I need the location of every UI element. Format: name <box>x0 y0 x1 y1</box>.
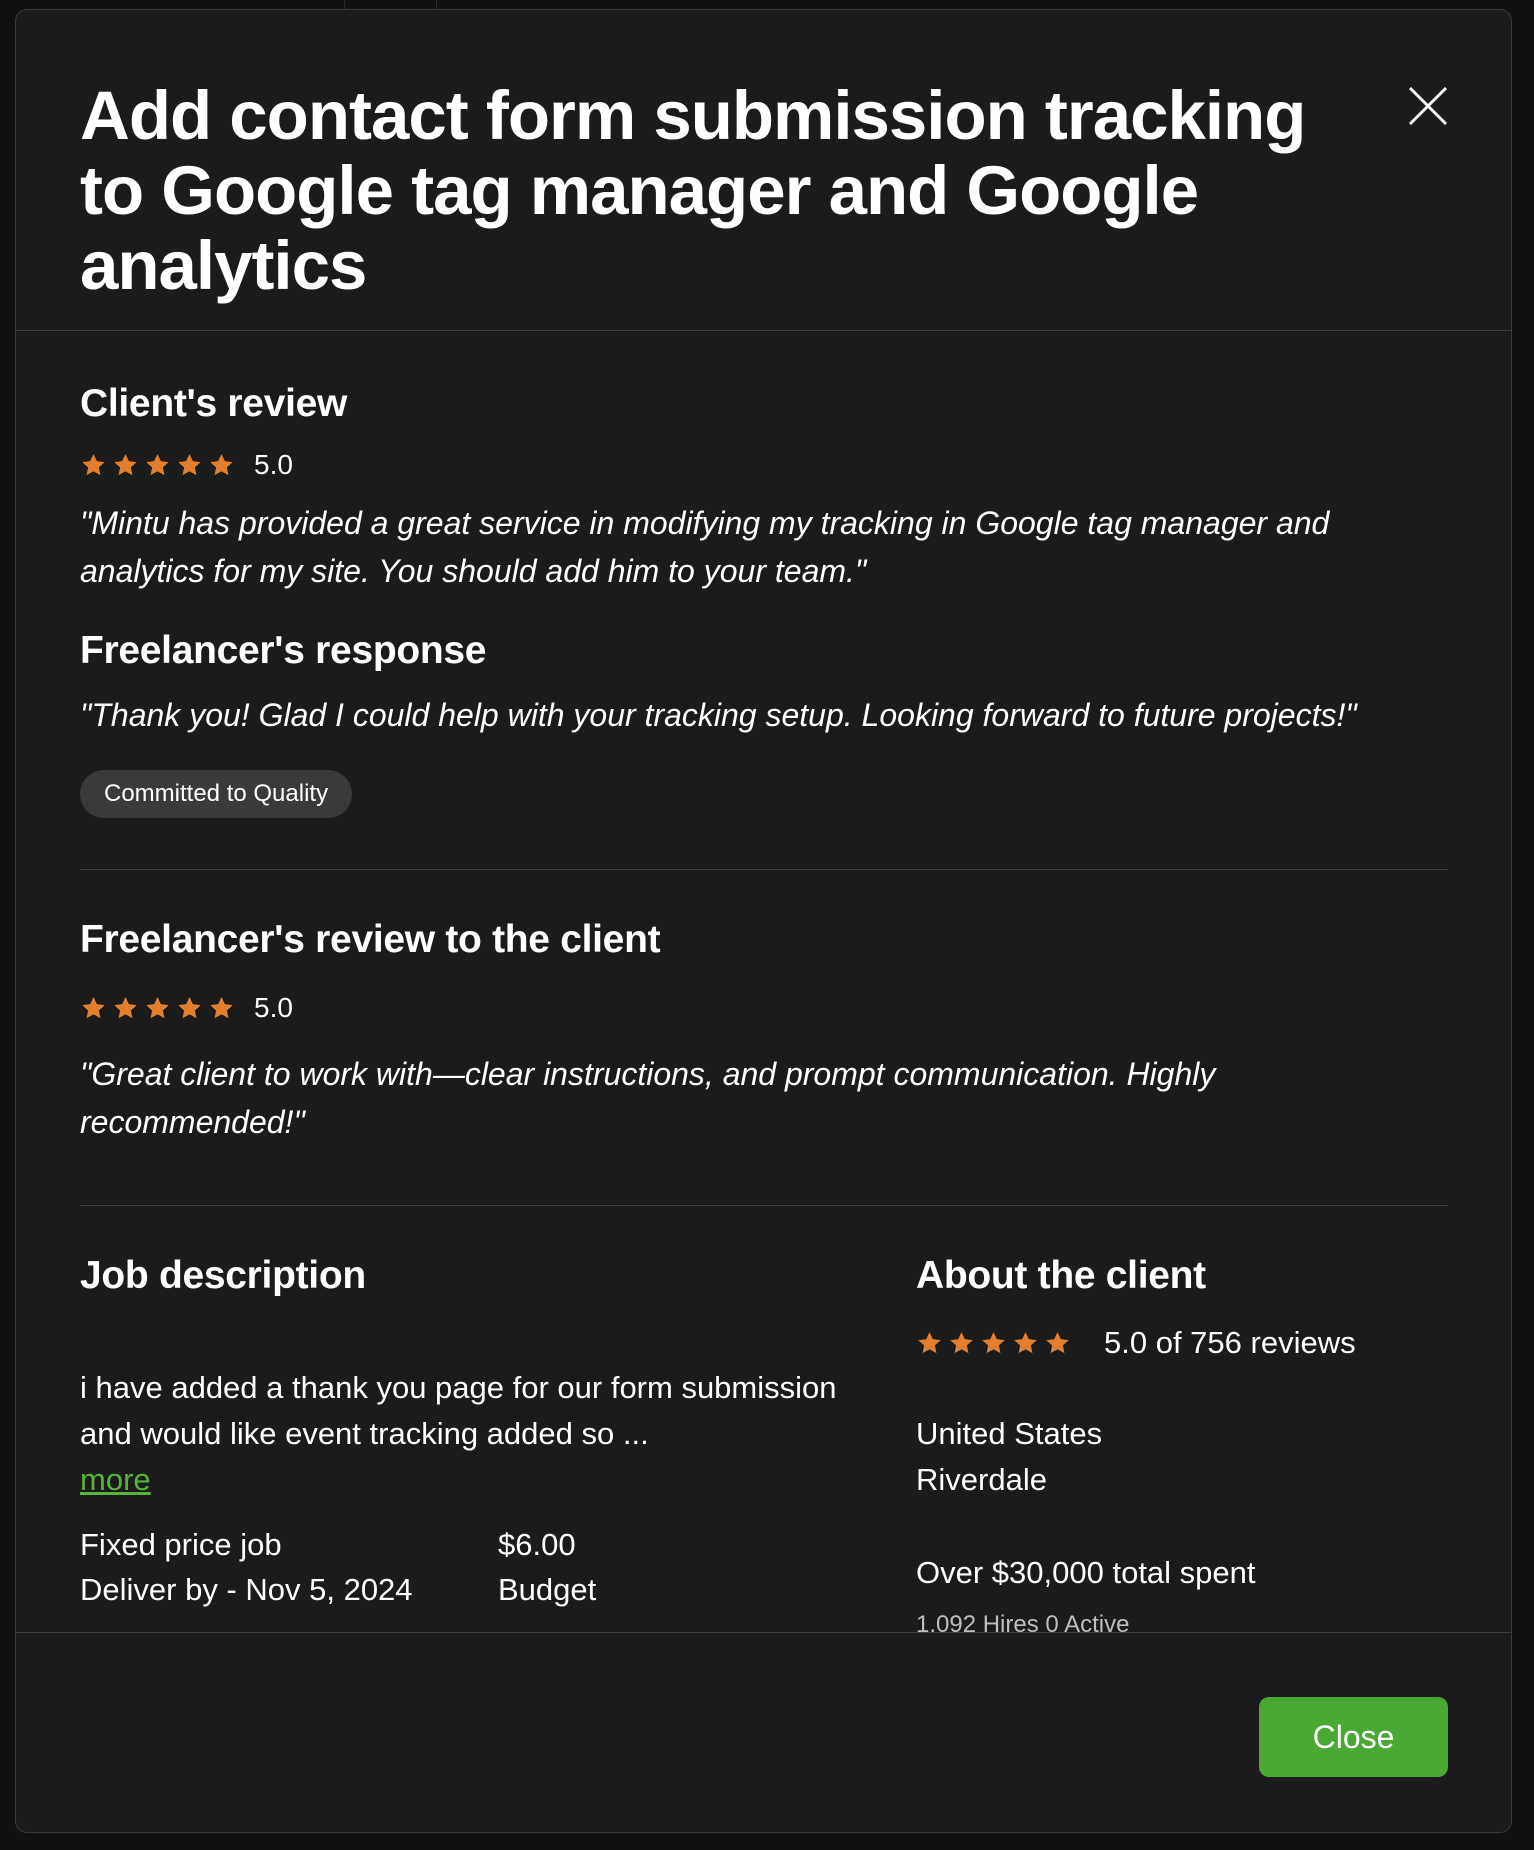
client-review-rating: 5.0 <box>80 449 293 481</box>
star-icon <box>82 996 105 1019</box>
star-rating-icons <box>80 452 240 478</box>
star-icon <box>950 1331 973 1354</box>
modal-title: Add contact form submission tracking to … <box>80 77 1306 304</box>
freelancer-response-quote: "Thank you! Glad I could help with your … <box>80 697 1357 733</box>
star-icon <box>210 453 233 476</box>
star-icon <box>114 453 137 476</box>
client-rating: 5.0 of 756 reviews <box>916 1325 1356 1361</box>
job-description-heading: Job description <box>80 1254 366 1297</box>
section-divider <box>80 1205 1448 1206</box>
client-review-quote: "Mintu has provided a great service in m… <box>80 505 1330 589</box>
job-type: Fixed price job <box>80 1527 282 1562</box>
star-icon <box>178 996 201 1019</box>
rating-value: 5.0 <box>254 992 293 1023</box>
close-icon[interactable] <box>1400 78 1456 134</box>
job-feedback-modal: Add contact form submission tracking to … <box>15 9 1512 1833</box>
modal-header: Add contact form submission tracking to … <box>16 10 1511 331</box>
freelancer-response-heading: Freelancer's response <box>80 629 487 672</box>
close-button[interactable]: Close <box>1259 1697 1448 1777</box>
freelancer-review-rating: 5.0 <box>80 992 293 1024</box>
star-icon <box>146 453 169 476</box>
star-icon <box>210 996 233 1019</box>
rating-value: 5.0 <box>254 449 293 480</box>
star-icon <box>1046 1331 1069 1354</box>
quality-badge: Committed to Quality <box>80 770 353 818</box>
modal-body[interactable]: Client's review 5.0 "Mintu has provided … <box>16 332 1511 1632</box>
star-icon <box>178 453 201 476</box>
job-description-text: i have added a thank you page for our fo… <box>80 1365 860 1503</box>
star-icon <box>982 1331 1005 1354</box>
more-link[interactable]: more <box>80 1462 151 1497</box>
client-country: United States <box>916 1416 1103 1451</box>
section-divider <box>80 869 1448 870</box>
star-icon <box>82 453 105 476</box>
client-city: Riverdale <box>916 1462 1047 1497</box>
client-rating-text: 5.0 of 756 reviews <box>1104 1325 1356 1360</box>
star-rating-icons <box>80 995 240 1021</box>
client-hires: 1,092 Hires 0 Active <box>916 1611 1130 1632</box>
star-icon <box>114 996 137 1019</box>
about-client-heading: About the client <box>916 1254 1206 1297</box>
client-total-spent: Over $30,000 total spent <box>916 1555 1256 1590</box>
modal-footer: Close <box>16 1632 1511 1832</box>
star-icon <box>146 996 169 1019</box>
star-icon <box>918 1331 941 1354</box>
job-price-label: Budget <box>498 1572 597 1607</box>
job-deliver-by: Deliver by - Nov 5, 2024 <box>80 1572 413 1607</box>
star-rating-icons <box>916 1330 1076 1356</box>
client-review-heading: Client's review <box>80 382 348 425</box>
job-description-body: i have added a thank you page for our fo… <box>80 1370 837 1451</box>
job-price: $6.00 <box>498 1527 576 1562</box>
star-icon <box>1014 1331 1037 1354</box>
freelancer-review-quote: "Great client to work with—clear instruc… <box>80 1056 1216 1140</box>
freelancer-review-heading: Freelancer's review to the client <box>80 918 661 961</box>
